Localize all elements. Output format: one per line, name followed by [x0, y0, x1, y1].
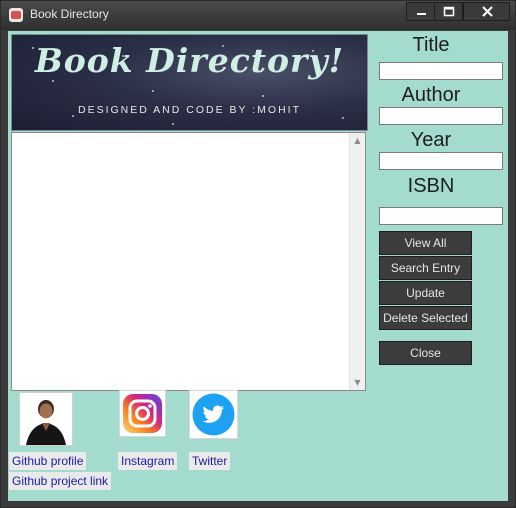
- delete-selected-button[interactable]: Delete Selected: [379, 306, 472, 330]
- close-icon: [482, 6, 493, 17]
- author-field[interactable]: [379, 107, 503, 125]
- isbn-label: ISBN: [407, 175, 455, 197]
- instagram-icon: [123, 394, 162, 433]
- banner-subtitle: DESIGNED AND CODE BY :MOHIT: [78, 104, 301, 116]
- github-profile-link[interactable]: Github profile: [9, 452, 87, 470]
- client-area: Book Directory! DESIGNED AND CODE BY :MO…: [8, 31, 508, 501]
- year-field[interactable]: [379, 152, 503, 170]
- update-button[interactable]: Update: [379, 281, 472, 305]
- author-label: Author: [401, 84, 461, 106]
- person-icon: [20, 393, 72, 445]
- minimize-button[interactable]: [406, 2, 435, 21]
- title-label: Title: [412, 34, 450, 56]
- isbn-field[interactable]: [379, 207, 503, 225]
- title-bar[interactable]: Book Directory: [1, 1, 515, 30]
- instagram-button[interactable]: [119, 390, 166, 437]
- banner-image: Book Directory! DESIGNED AND CODE BY :MO…: [11, 34, 368, 131]
- app-icon: [9, 8, 23, 22]
- maximize-icon: [443, 6, 455, 17]
- close-window-button[interactable]: [463, 2, 510, 21]
- twitter-button[interactable]: [189, 390, 238, 439]
- twitter-link[interactable]: Twitter: [189, 452, 231, 470]
- title-field[interactable]: [379, 62, 503, 80]
- twitter-icon: [192, 393, 235, 436]
- banner-title: Book Directory!: [34, 41, 345, 80]
- github-project-link[interactable]: Github project link: [9, 472, 112, 490]
- view-all-button[interactable]: View All: [379, 231, 472, 255]
- search-entry-button[interactable]: Search Entry: [379, 256, 472, 280]
- book-listbox[interactable]: ▲ ▼: [11, 132, 366, 391]
- year-label: Year: [410, 129, 452, 151]
- close-button[interactable]: Close: [379, 341, 472, 365]
- profile-photo[interactable]: [19, 392, 73, 446]
- instagram-link[interactable]: Instagram: [118, 452, 178, 470]
- minimize-icon: [417, 13, 426, 15]
- window-title: Book Directory: [30, 7, 109, 21]
- scroll-down-arrow[interactable]: ▼: [350, 375, 365, 390]
- vertical-scrollbar[interactable]: ▲ ▼: [349, 133, 365, 390]
- maximize-button[interactable]: [434, 2, 463, 21]
- app-window: Book Directory Book Directory! DESIGNED …: [0, 0, 516, 508]
